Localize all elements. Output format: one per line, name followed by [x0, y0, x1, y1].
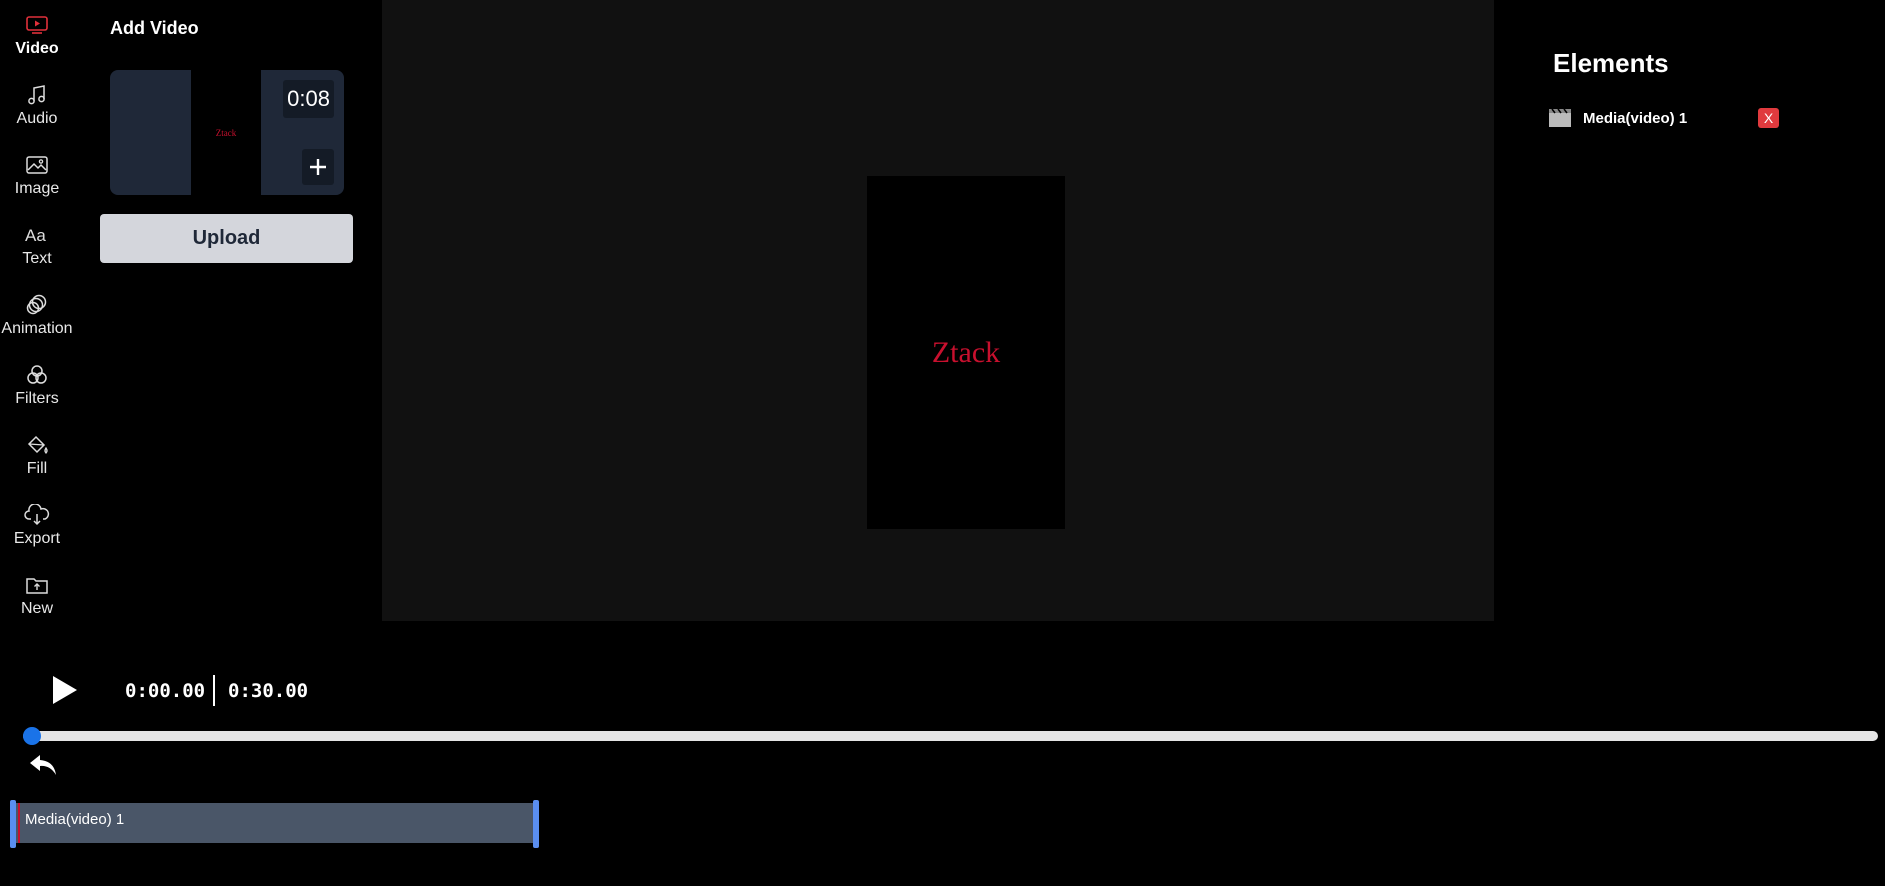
sidebar-item-label: Fill — [26, 460, 48, 477]
clip-label: Media(video) 1 — [25, 811, 125, 828]
element-name: Media(video) 1 — [1583, 109, 1688, 127]
sidebar-item-export[interactable]: Export — [0, 494, 74, 556]
animation-icon — [24, 292, 50, 318]
new-folder-icon — [24, 572, 50, 598]
sidebar-item-label: Animation — [1, 320, 73, 337]
preview-stage: Ztack — [382, 0, 1494, 621]
sidebar-item-label: Audio — [16, 110, 58, 127]
clip-end-handle[interactable] — [533, 800, 539, 848]
undo-button[interactable] — [28, 751, 58, 781]
add-video-panel: Add Video Ztack 0:08 Upload — [74, 0, 382, 621]
sidebar-item-new[interactable]: New — [0, 564, 74, 626]
sidebar-item-video[interactable]: Video — [0, 4, 74, 66]
tool-sidebar: Video Audio Image Aa Text Animation Filt… — [0, 0, 74, 621]
svg-text:Aa: Aa — [25, 226, 46, 245]
sidebar-item-label: New — [20, 600, 53, 617]
video-icon — [24, 12, 50, 38]
panel-title: Add Video — [110, 18, 199, 38]
video-thumbnail[interactable]: Ztack 0:08 — [110, 70, 344, 195]
sidebar-item-fill[interactable]: Fill — [0, 424, 74, 486]
sidebar-item-label: Export — [13, 530, 61, 547]
canvas-preview-text: Ztack — [931, 335, 1001, 369]
current-time: 0:00.00 — [125, 680, 206, 702]
upload-button[interactable]: Upload — [100, 214, 353, 263]
seek-bar-thumb[interactable] — [23, 727, 41, 745]
sidebar-item-text[interactable]: Aa Text — [0, 214, 74, 276]
clapperboard-icon — [1549, 108, 1571, 127]
thumbnail-preview-text: Ztack — [215, 127, 237, 138]
seek-bar[interactable] — [23, 727, 1878, 745]
sidebar-item-animation[interactable]: Animation — [0, 284, 74, 346]
filters-icon — [24, 362, 50, 388]
sidebar-item-label: Text — [22, 250, 52, 267]
paint-bucket-icon — [24, 432, 50, 458]
image-icon — [24, 152, 50, 178]
sidebar-item-label: Image — [14, 180, 60, 197]
element-item[interactable]: Media(video) 1 — [1549, 107, 1789, 129]
clip-start-handle[interactable] — [10, 800, 16, 848]
timeline-clip[interactable]: Media(video) 1 — [10, 800, 539, 848]
text-icon: Aa — [24, 222, 50, 248]
time-divider — [213, 675, 215, 706]
total-time: 0:30.00 — [228, 680, 309, 702]
clip-playhead-marker — [18, 803, 20, 843]
elements-title: Elements — [1553, 48, 1669, 78]
sidebar-item-audio[interactable]: Audio — [0, 74, 74, 136]
undo-icon — [30, 755, 56, 775]
elements-panel: Elements Media(video) 1 X — [1494, 0, 1885, 621]
sidebar-item-image[interactable]: Image — [0, 144, 74, 206]
thumbnail-preview: Ztack — [191, 70, 261, 195]
play-icon — [53, 676, 77, 704]
add-to-timeline-button[interactable] — [302, 149, 334, 185]
thumbnail-duration: 0:08 — [283, 80, 334, 118]
delete-element-button[interactable]: X — [1758, 108, 1779, 128]
plus-icon — [310, 159, 326, 175]
video-canvas[interactable]: Ztack — [867, 176, 1065, 529]
sidebar-item-filters[interactable]: Filters — [0, 354, 74, 416]
play-button[interactable] — [44, 670, 84, 710]
cloud-download-icon — [24, 502, 50, 528]
sidebar-item-label: Video — [15, 40, 59, 57]
sidebar-item-label: Filters — [15, 390, 59, 407]
music-note-icon — [24, 82, 50, 108]
